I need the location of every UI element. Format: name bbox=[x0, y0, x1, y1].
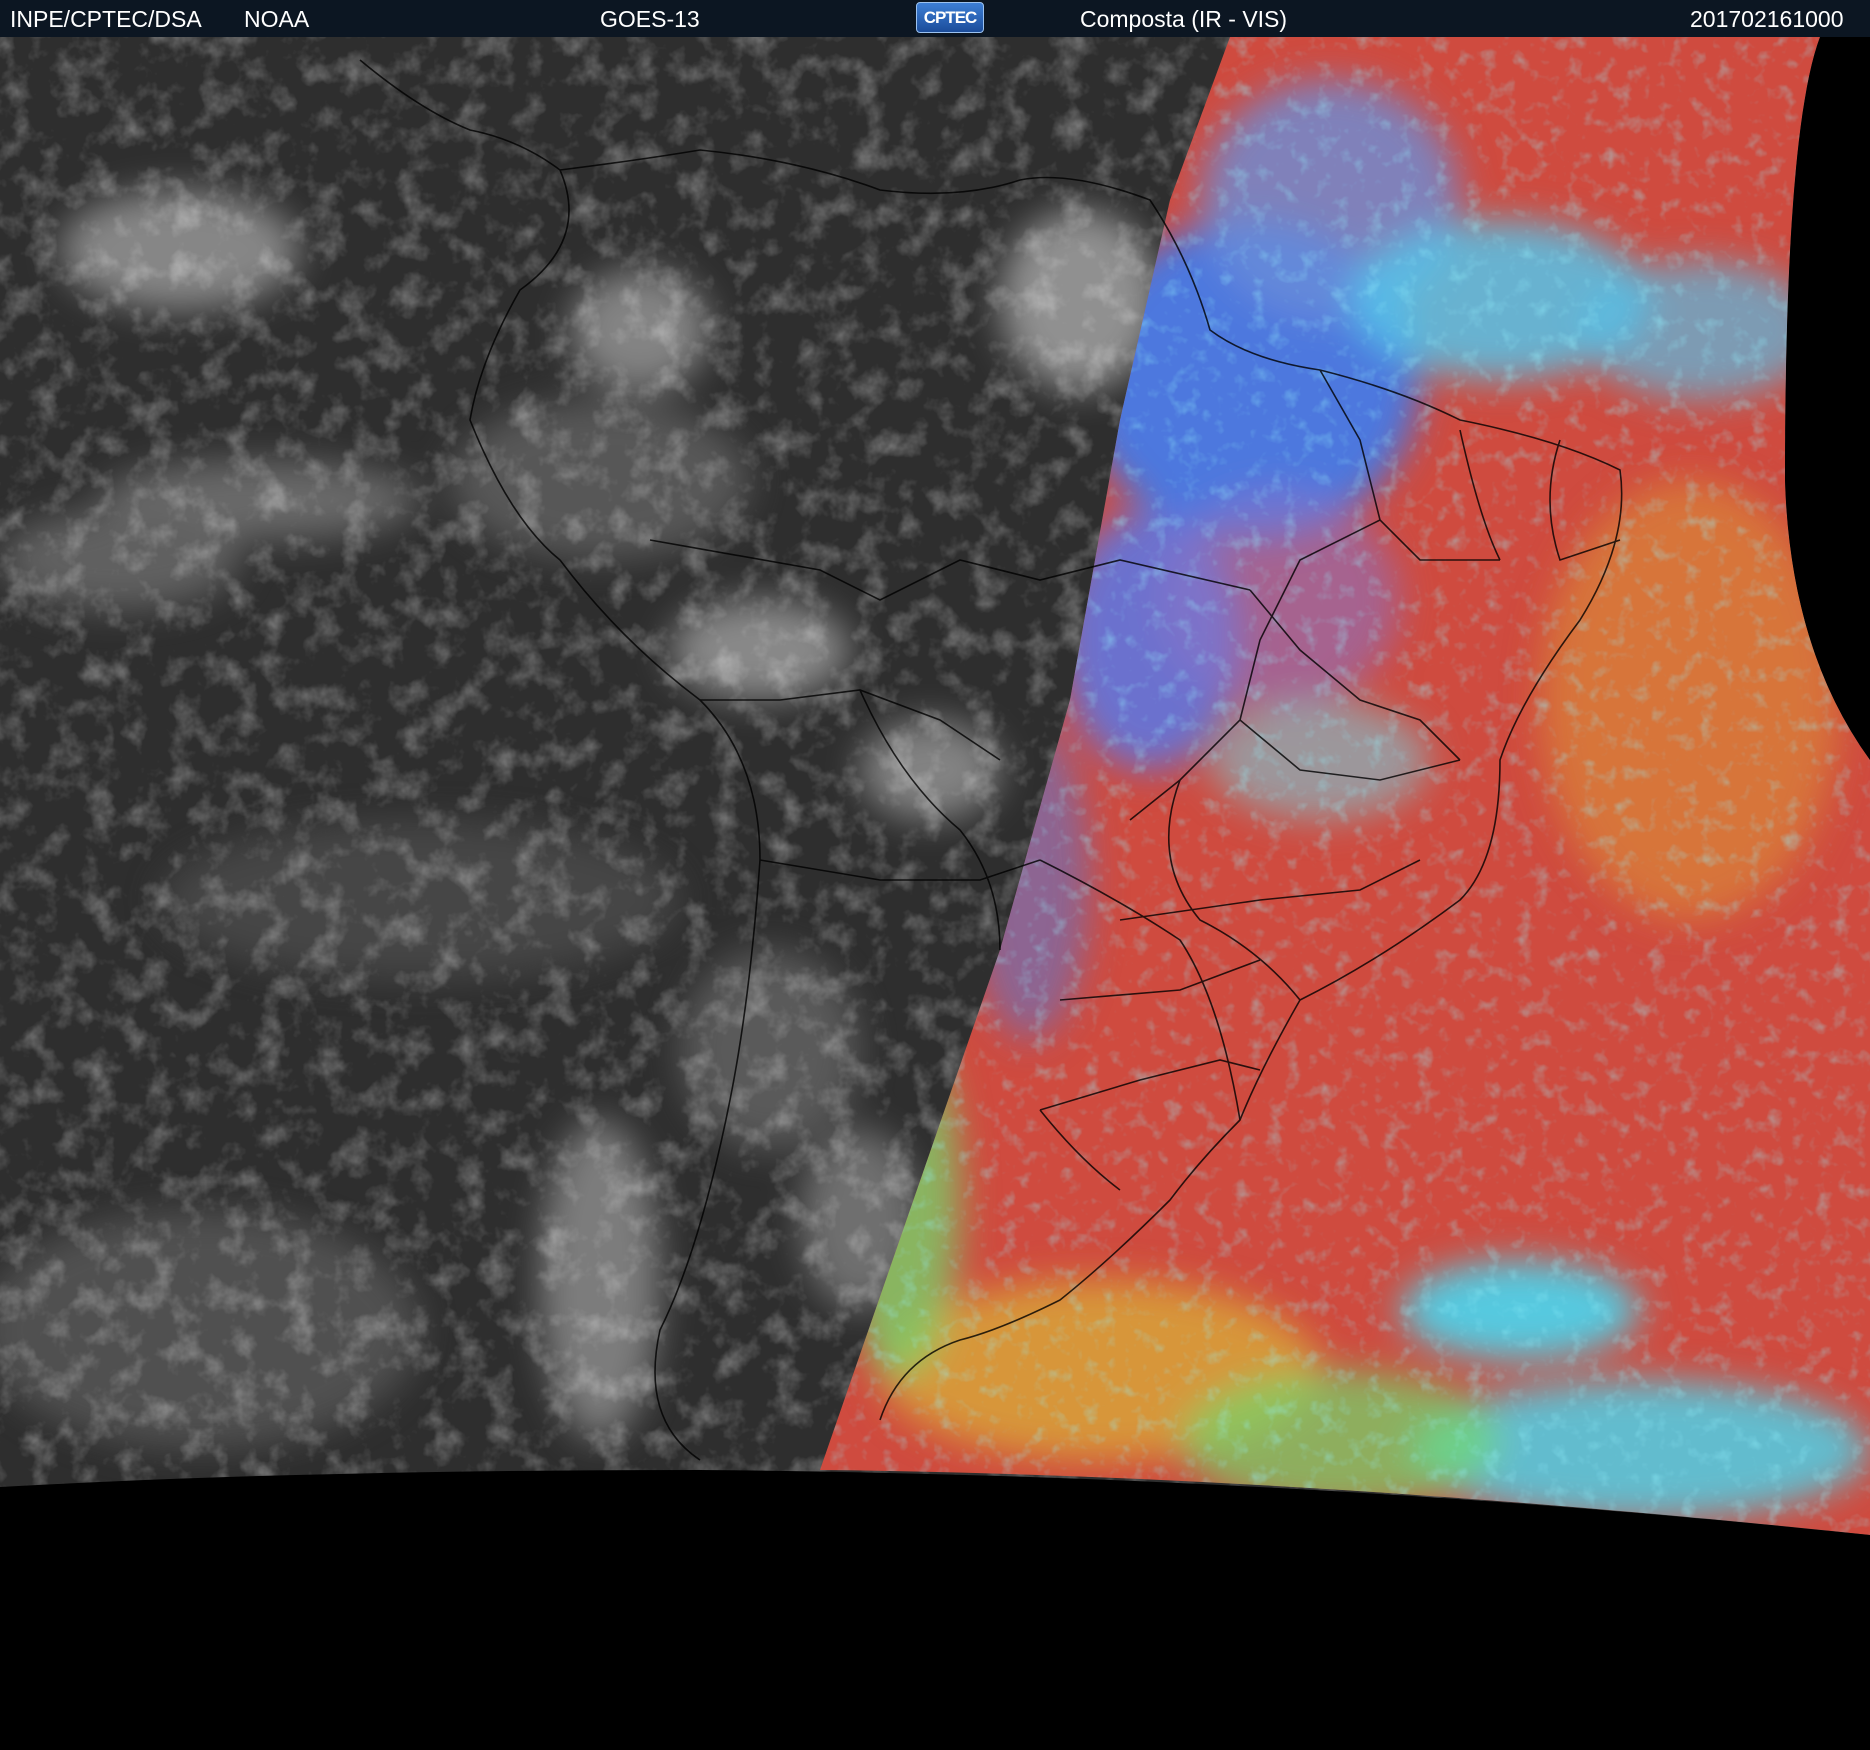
agency-label: INPE/CPTEC/DSA bbox=[10, 6, 202, 32]
image-header: INPE/CPTEC/DSA NOAA GOES-13 CPTEC Compos… bbox=[0, 0, 1870, 37]
earth-disk bbox=[0, 37, 1870, 1535]
satellite-image bbox=[0, 37, 1870, 1535]
cptec-logo: CPTEC bbox=[916, 2, 984, 33]
satellite-label: GOES-13 bbox=[600, 6, 700, 32]
logo-text: CPTEC bbox=[923, 8, 978, 27]
timestamp-label: 201702161000 bbox=[1690, 6, 1844, 32]
source-label: NOAA bbox=[244, 6, 310, 32]
product-label: Composta (IR - VIS) bbox=[1080, 6, 1288, 32]
